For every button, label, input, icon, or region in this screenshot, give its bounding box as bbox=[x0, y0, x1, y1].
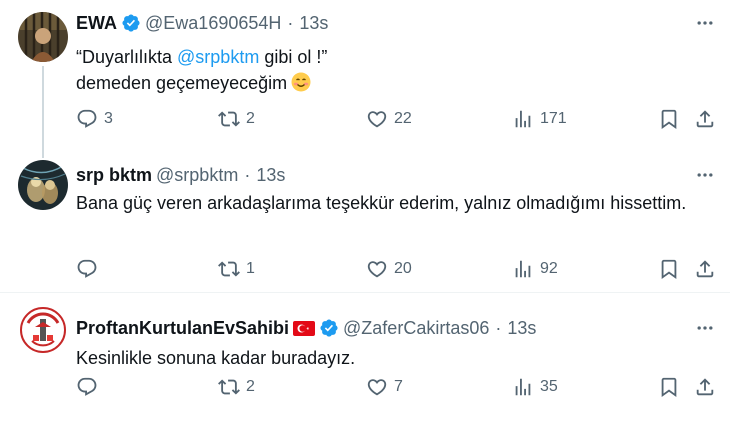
like-button[interactable]: 7 bbox=[366, 375, 403, 399]
tweet-header: EWA @Ewa1690654H · 13s bbox=[76, 12, 328, 34]
retweet-button[interactable]: 2 bbox=[218, 107, 255, 131]
share-button[interactable] bbox=[694, 375, 716, 399]
user-handle[interactable]: @srpbktm bbox=[156, 165, 238, 186]
tweet-ewa[interactable]: EWA @Ewa1690654H · 13s “Duyarlılıkta @sr… bbox=[0, 0, 730, 158]
reply-thread: EWA @Ewa1690654H · 13s “Duyarlılıkta @sr… bbox=[0, 0, 730, 420]
separator-dot: · bbox=[244, 164, 251, 185]
share-icon bbox=[696, 110, 714, 128]
bookmark-button[interactable] bbox=[658, 257, 680, 281]
share-icon bbox=[696, 378, 714, 396]
user-handle[interactable]: @Ewa1690654H bbox=[145, 13, 281, 34]
reply-button[interactable] bbox=[76, 257, 104, 281]
bookmark-button[interactable] bbox=[658, 107, 680, 131]
heart-icon bbox=[367, 111, 387, 128]
retweet-count: 1 bbox=[246, 260, 255, 277]
more-options-icon[interactable] bbox=[694, 317, 716, 339]
turkey-flag-icon bbox=[293, 320, 316, 336]
retweet-count: 2 bbox=[246, 110, 255, 127]
like-count: 22 bbox=[394, 110, 412, 127]
text-segment: gibi ol !” bbox=[259, 47, 328, 67]
views-button[interactable]: 35 bbox=[512, 375, 558, 399]
display-name[interactable]: srp bktm bbox=[76, 165, 152, 186]
timestamp[interactable]: 13s bbox=[507, 318, 536, 339]
retweet-count: 2 bbox=[246, 378, 255, 395]
display-name[interactable]: ProftanKurtulanEvSahibi bbox=[76, 318, 289, 339]
text-segment: demeden geçemeyeceğim bbox=[76, 73, 288, 93]
retweet-button[interactable]: 2 bbox=[218, 375, 255, 399]
smiling-face-emoji-icon bbox=[291, 72, 311, 92]
tweet-text: “Duyarlılıkta @srpbktm gibi ol !” demede… bbox=[76, 44, 700, 96]
share-icon bbox=[696, 260, 714, 278]
mention-link[interactable]: @srpbktm bbox=[177, 47, 259, 67]
reply-button[interactable]: 3 bbox=[76, 107, 113, 131]
like-count: 20 bbox=[394, 260, 412, 277]
verified-badge-icon bbox=[121, 13, 141, 33]
more-options-icon[interactable] bbox=[694, 12, 716, 34]
views-bar-chart-icon bbox=[515, 260, 531, 278]
heart-icon bbox=[367, 379, 387, 396]
tweet-header: ProftanKurtulanEvSahibi @ZaferCakirtas06… bbox=[76, 317, 536, 339]
like-button[interactable]: 22 bbox=[366, 107, 412, 131]
heart-icon bbox=[367, 261, 387, 278]
share-button[interactable] bbox=[694, 107, 716, 131]
avatar[interactable] bbox=[18, 160, 68, 210]
avatar[interactable] bbox=[18, 12, 68, 62]
tweet-text: Kesinlikle sonuna kadar buradayız. bbox=[76, 348, 356, 368]
avatar[interactable] bbox=[18, 305, 68, 355]
tweet-actions: 2 7 35 bbox=[76, 375, 716, 399]
view-count: 171 bbox=[540, 110, 567, 127]
thread-connector-line bbox=[42, 66, 44, 158]
user-handle[interactable]: @ZaferCakirtas06 bbox=[343, 318, 489, 339]
bookmark-icon bbox=[661, 377, 677, 398]
display-name[interactable]: EWA bbox=[76, 13, 117, 34]
bookmark-icon bbox=[661, 109, 677, 130]
views-button[interactable]: 92 bbox=[512, 257, 558, 281]
reply-icon bbox=[77, 259, 97, 278]
tweet-srpbktm[interactable]: srp bktm @srpbktm · 13s Bana güç veren a… bbox=[0, 150, 730, 292]
retweet-icon bbox=[218, 261, 240, 277]
tweet-header: srp bktm @srpbktm · 13s bbox=[76, 164, 285, 186]
like-button[interactable]: 20 bbox=[366, 257, 412, 281]
text-segment: “Duyarlılıkta bbox=[76, 47, 178, 67]
view-count: 35 bbox=[540, 378, 558, 395]
bookmark-button[interactable] bbox=[658, 375, 680, 399]
views-bar-chart-icon bbox=[515, 110, 531, 128]
reply-icon bbox=[77, 377, 97, 396]
retweet-icon bbox=[218, 379, 240, 395]
view-count: 92 bbox=[540, 260, 558, 277]
tweet-text: Bana güç veren arkadaşlarıma teşekkür ed… bbox=[76, 193, 687, 213]
separator-dot: · bbox=[495, 317, 502, 338]
reply-icon bbox=[77, 109, 97, 128]
share-button[interactable] bbox=[694, 257, 716, 281]
like-count: 7 bbox=[394, 378, 403, 395]
bookmark-icon bbox=[661, 259, 677, 280]
verified-badge-icon bbox=[319, 318, 339, 338]
reply-button[interactable] bbox=[76, 375, 104, 399]
timestamp[interactable]: 13s bbox=[256, 165, 285, 186]
retweet-button[interactable]: 1 bbox=[218, 257, 255, 281]
tweet-actions: 1 20 92 bbox=[76, 257, 716, 281]
views-button[interactable]: 171 bbox=[512, 107, 567, 131]
views-bar-chart-icon bbox=[515, 378, 531, 396]
separator-dot: · bbox=[287, 12, 294, 33]
timestamp[interactable]: 13s bbox=[299, 13, 328, 34]
retweet-icon bbox=[218, 111, 240, 127]
tweet-actions: 3 2 22 171 bbox=[76, 107, 716, 131]
tweet-zafercakirtas[interactable]: ProftanKurtulanEvSahibi @ZaferCakirtas06… bbox=[0, 292, 730, 421]
more-options-icon[interactable] bbox=[694, 164, 716, 186]
reply-count: 3 bbox=[104, 110, 113, 127]
